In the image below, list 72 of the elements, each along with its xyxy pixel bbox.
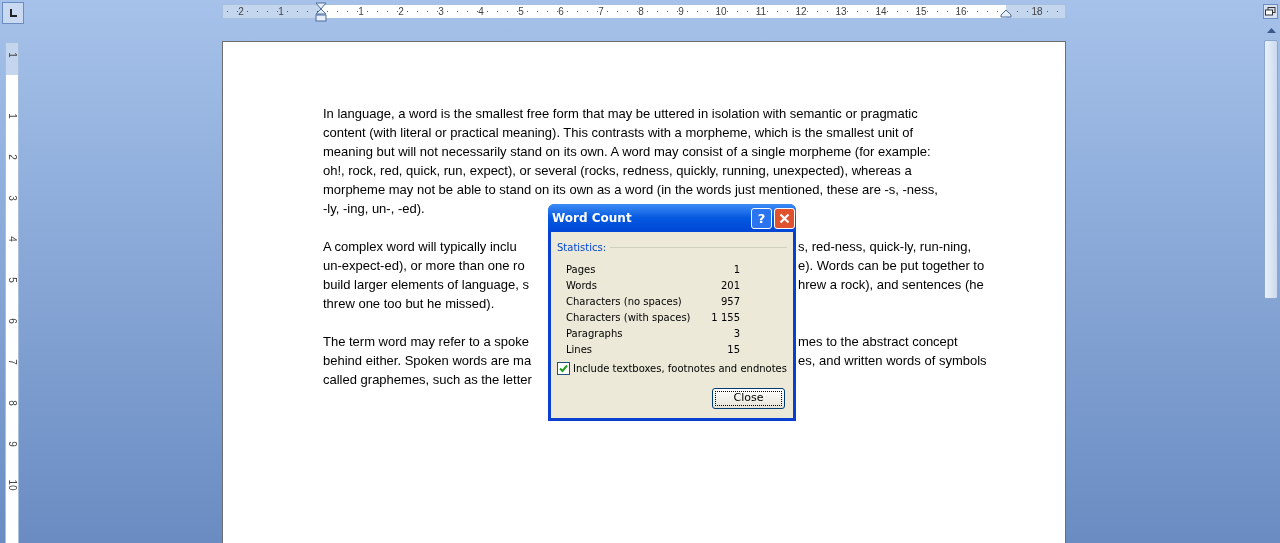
- restore-icon[interactable]: [1263, 4, 1278, 19]
- indent-marker-icon[interactable]: [315, 2, 327, 22]
- close-button[interactable]: Close: [712, 388, 785, 409]
- stat-label: Characters (no spaces): [566, 294, 683, 309]
- body-text: content (with literal or practical meaning). This contrasts with a morpheme, which is the smallest unit of: [323, 124, 914, 142]
- ruler-number: 10: [6, 479, 19, 491]
- close-icon[interactable]: [774, 207, 795, 229]
- ruler-number: 11: [754, 5, 768, 18]
- checkbox[interactable]: [557, 362, 570, 375]
- ruler-number: 5: [6, 276, 19, 285]
- body-text: meaning but will not necessarily stand on its own. A word may consist of a single morpheme (for example:: [323, 143, 931, 161]
- checkbox-label: Include textboxes, footnotes and endnotes: [573, 362, 787, 376]
- stat-label: Pages: [566, 262, 597, 277]
- ruler-number: 18: [1030, 5, 1044, 18]
- tab-selector-icon[interactable]: [2, 2, 24, 24]
- ruler-number: 13: [834, 5, 848, 18]
- body-text: In language, a word is the smallest free form that may be uttered in isolation with semantic or pragmatic: [323, 105, 918, 123]
- ruler-number: 2: [6, 153, 19, 162]
- body-text: morpheme may not be able to stand on its own as a word (in the words just mentioned, these are -s, -ness,: [323, 181, 938, 199]
- section-heading: Statistics:: [557, 241, 607, 255]
- ruler-number: 7: [597, 5, 605, 18]
- ruler-number: 6: [6, 317, 19, 326]
- ruler-number: 1: [6, 112, 19, 121]
- body-text: -ly, -ing, un-, -ed).: [323, 200, 425, 218]
- dialog-title: Word Count: [552, 210, 632, 227]
- ruler-number: 10: [714, 5, 728, 18]
- body-text: called graphemes, such as the letter: [323, 371, 532, 389]
- help-button[interactable]: ?: [751, 207, 772, 229]
- ruler-number: 1: [357, 5, 365, 18]
- stat-value: 15: [726, 342, 740, 357]
- ruler-number: 8: [6, 399, 19, 408]
- ruler-number: 1: [277, 5, 285, 18]
- ruler-number: 2: [237, 5, 245, 18]
- ruler-number: 9: [677, 5, 685, 18]
- scrollbar-thumb[interactable]: [1264, 40, 1278, 299]
- right-indent-marker-icon[interactable]: [1000, 9, 1012, 18]
- ruler-number: 5: [517, 5, 525, 18]
- ruler-number: 12: [794, 5, 808, 18]
- ruler-number: 1: [6, 51, 18, 60]
- body-text: mes to the abstract concept: [798, 333, 958, 351]
- body-text: threw one too but he missed).: [323, 295, 495, 313]
- ruler-number: 3: [437, 5, 445, 18]
- ruler-number: 4: [6, 235, 19, 244]
- ruler-number: 3: [6, 194, 19, 203]
- body-text: The term word may refer to a spoke: [323, 333, 529, 351]
- stat-label: Words: [566, 278, 598, 293]
- body-text: behind either. Spoken words are ma: [323, 352, 532, 370]
- stat-value: 3: [732, 326, 740, 341]
- ruler-number: 14: [874, 5, 888, 18]
- ruler-number: 16: [954, 5, 968, 18]
- ruler-number: 4: [477, 5, 485, 18]
- ruler-number: 8: [637, 5, 645, 18]
- ruler-number: 9: [6, 440, 19, 449]
- stat-value: 1 155: [710, 310, 740, 325]
- body-text: s, red-ness, quick-ly, run-ning,: [798, 238, 972, 256]
- stat-label: Lines: [566, 342, 594, 357]
- ruler-number: 15: [914, 5, 928, 18]
- body-text: oh!, rock, red, quick, run, expect), or several (rocks, redness, quickly, running, unexpected), whereas a: [323, 162, 912, 180]
- stat-value: 957: [719, 294, 740, 309]
- body-text: un-expect-ed), or more than one ro: [323, 257, 525, 275]
- ruler-number: 2: [397, 5, 405, 18]
- stat-value: 1: [732, 262, 740, 277]
- stat-value: 201: [719, 278, 740, 293]
- ruler-number: 6: [557, 5, 565, 18]
- body-text: es, and written words of symbols: [798, 352, 987, 370]
- body-text: A complex word will typically inclu: [323, 238, 517, 256]
- ruler-number: 7: [6, 358, 19, 367]
- body-text: build larger elements of language, s: [323, 276, 529, 294]
- stat-label: Characters (with spaces): [566, 310, 690, 325]
- stat-label: Paragraphs: [566, 326, 624, 341]
- body-text: e). Words can be put together to: [798, 257, 985, 275]
- body-text: hrew a rock), and sentences (he: [798, 276, 984, 294]
